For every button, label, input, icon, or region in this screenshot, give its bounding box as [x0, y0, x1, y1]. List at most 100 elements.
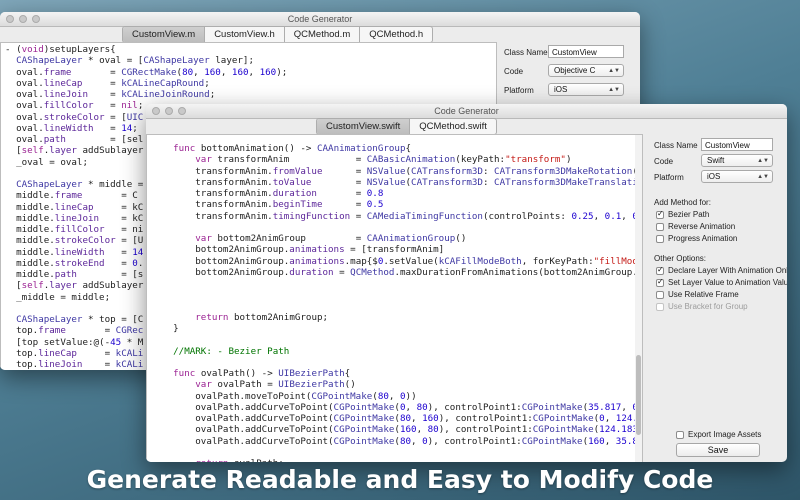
tab-customview-h[interactable]: CustomView.h [205, 27, 285, 42]
option-export-image-assets[interactable]: Export Image Assets [676, 430, 761, 439]
updown-icon: ▲▼ [757, 174, 769, 180]
back-platform-value: iOS [554, 85, 568, 94]
back-tab-bar: CustomView.m CustomView.h QCMethod.m QCM… [122, 26, 434, 43]
back-code-line: CAShapeLayer * oval = [CAShapeLayer laye… [16, 55, 254, 67]
back-code-line: oval.frame = CGRectMake(80, 160, 160, 16… [5, 66, 288, 78]
front-code-line: bottom2AnimGroup.animations.map{$0.setVa… [151, 255, 642, 267]
front-window-titlebar[interactable]: Code Generator [146, 104, 787, 119]
zoom-icon[interactable] [178, 107, 186, 115]
front-code-line: transformAnim.toValue = NSValue(CATransf… [151, 176, 643, 188]
front-code-line: transformAnim.duration = 0.8 [151, 188, 384, 199]
front-code-line [151, 334, 638, 345]
front-code-editor[interactable]: func bottomAnimation() -> CAAnimationGro… [146, 134, 643, 462]
back-code-value: Objective C [554, 66, 596, 75]
front-code-line: transformAnim.fromValue = NSValue(CATran… [151, 165, 642, 177]
front-code-line: } [151, 323, 179, 334]
checkbox-set-layer-value[interactable] [656, 277, 664, 287]
front-settings-panel: Class Name CustomView Code Swift ▲▼ Platf… [646, 134, 787, 462]
front-tab-bar: CustomView.swift QCMethod.swift [316, 118, 497, 135]
minimize-icon[interactable] [165, 107, 173, 115]
option-label: Declare Layer With Animation Only [668, 266, 787, 275]
back-platform-select[interactable]: iOS ▲▼ [548, 83, 624, 96]
option-label: Set Layer Value to Animation Value [668, 278, 787, 287]
export-label: Export Image Assets [688, 430, 762, 439]
front-code-line: func bottomAnimation() -> CAAnimationGro… [173, 143, 412, 154]
option-bezier-path[interactable]: Bezier Path [656, 209, 710, 219]
front-platform-label: Platform [654, 173, 684, 182]
front-code-value: Swift [707, 156, 725, 165]
add-method-heading: Add Method for: [654, 198, 711, 207]
option-label: Progress Animation [668, 234, 738, 243]
front-code-line [151, 222, 638, 233]
option-label: Bezier Path [668, 210, 710, 219]
front-code-scroll-thumb[interactable] [636, 355, 641, 435]
tab-customview-m[interactable]: CustomView.m [123, 27, 206, 42]
option-bracket-group: Use Bracket for Group [656, 302, 748, 311]
updown-icon: ▲▼ [608, 87, 620, 93]
checkbox-export-image-assets[interactable] [676, 430, 684, 439]
front-code-line: bottom2AnimGroup.animations = [transform… [151, 244, 445, 256]
minimize-icon[interactable] [19, 15, 27, 23]
front-code-line: return ovalPath; [151, 458, 638, 462]
checkbox-bezier-path[interactable] [656, 209, 664, 219]
front-code-line: transformAnim.timingFunction = CAMediaTi… [151, 210, 642, 222]
front-platform-select[interactable]: iOS ▲▼ [701, 170, 773, 183]
tab-customview-swift[interactable]: CustomView.swift [317, 119, 411, 134]
front-code-line: //MARK: - Bezier Path [151, 345, 290, 357]
back-class-name-field[interactable]: CustomView [548, 45, 624, 58]
front-code-line: bottom2AnimGroup.duration = QCMethod.max… [151, 266, 643, 278]
checkbox-relative-frame[interactable] [656, 290, 664, 299]
back-window-title: Code Generator [287, 14, 353, 24]
front-code-line: return bottom2AnimGroup; [195, 311, 329, 323]
front-code-line: func ovalPath() -> UIBezierPath{ [173, 368, 351, 379]
close-icon[interactable] [152, 107, 160, 115]
marketing-caption: Generate Readable and Easy to Modify Cod… [86, 465, 714, 494]
front-code-line: ovalPath.addCurveToPoint(CGPointMake(80,… [151, 435, 642, 447]
front-code-line: ovalPath.addCurveToPoint(CGPointMake(160… [151, 424, 642, 436]
updown-icon: ▲▼ [608, 68, 620, 74]
front-class-name-field[interactable]: CustomView [701, 138, 773, 151]
option-reverse-animation[interactable]: Reverse Animation [656, 222, 735, 231]
front-window: Code Generator CustomView.swift QCMethod… [146, 104, 787, 462]
traffic-lights [152, 107, 186, 115]
back-code-label: Code [504, 67, 524, 76]
front-code-line: var ovalPath = UIBezierPath() [195, 379, 356, 391]
option-label: Use Relative Frame [668, 290, 739, 299]
front-code-line [151, 357, 638, 368]
front-class-name-label: Class Name [654, 141, 698, 150]
front-code-line: var transformAnim = CABasicAnimation(key… [195, 154, 572, 166]
option-set-layer-value[interactable]: Set Layer Value to Animation Value [656, 277, 787, 287]
back-code-select[interactable]: Objective C ▲▼ [548, 64, 624, 77]
tab-qcmethod-m[interactable]: QCMethod.m [285, 27, 361, 42]
back-class-name-label: Class Name [504, 48, 548, 57]
updown-icon: ▲▼ [757, 158, 769, 164]
option-declare-layer[interactable]: Declare Layer With Animation Only [656, 265, 787, 275]
option-relative-frame[interactable]: Use Relative Frame [656, 290, 739, 299]
checkbox-declare-layer[interactable] [656, 265, 664, 275]
tab-qcmethod-swift[interactable]: QCMethod.swift [410, 119, 496, 134]
back-code-line: oval.lineCap = kCALineCapRound; [5, 77, 210, 89]
option-label: Reverse Animation [668, 222, 736, 231]
front-code-text: func bottomAnimation() -> CAAnimationGro… [147, 135, 642, 462]
back-code-line: oval.lineJoin = kCALineJoinRound; [5, 89, 216, 100]
front-code-line [151, 289, 638, 300]
front-code-line: ovalPath.addCurveToPoint(CGPointMake(0, … [151, 401, 642, 413]
back-window-titlebar[interactable]: Code Generator [0, 12, 640, 27]
close-icon[interactable] [6, 15, 14, 23]
option-label: Use Bracket for Group [668, 302, 748, 311]
front-code-line: ovalPath.addCurveToPoint(CGPointMake(80,… [151, 413, 642, 424]
option-progress-animation[interactable]: Progress Animation [656, 234, 737, 243]
front-code-line [151, 447, 638, 458]
front-code-line: ovalPath.moveToPoint(CGPointMake(80, 0)) [151, 390, 417, 402]
back-code-line: - (void)setupLayers{ [5, 44, 116, 55]
checkbox-reverse-animation[interactable] [656, 222, 664, 231]
checkbox-progress-animation[interactable] [656, 234, 664, 243]
zoom-icon[interactable] [32, 15, 40, 23]
front-platform-value: iOS [707, 172, 721, 181]
front-code-line: var bottom2AnimGroup = CAAnimationGroup(… [195, 233, 467, 244]
front-code-scrollbar[interactable] [635, 135, 642, 462]
front-code-line [151, 278, 638, 289]
tab-qcmethod-h[interactable]: QCMethod.h [360, 27, 432, 42]
save-button[interactable]: Save [676, 443, 760, 457]
front-code-select[interactable]: Swift ▲▼ [701, 154, 773, 167]
